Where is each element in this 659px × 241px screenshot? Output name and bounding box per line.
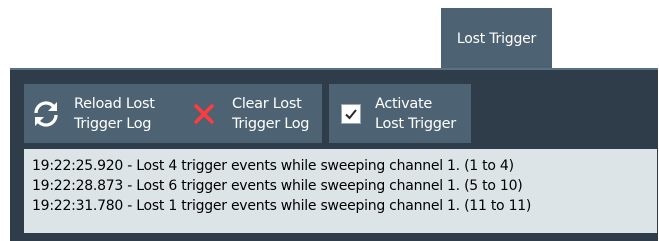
checkbox-icon[interactable] (341, 103, 361, 124)
reload-lost-trigger-log-button[interactable]: Reload Lost Trigger Log (24, 84, 178, 143)
activate-label-line1: Activate (375, 95, 433, 112)
tab-lost-trigger[interactable]: Lost Trigger (441, 8, 552, 68)
reload-button-label: Reload Lost Trigger Log (74, 94, 155, 134)
clear-label-line1: Clear Lost (232, 95, 302, 112)
activate-button-label: Activate Lost Trigger (375, 94, 456, 134)
activate-label-line2: Lost Trigger (375, 115, 456, 132)
clear-button-label: Clear Lost Trigger Log (232, 94, 310, 134)
checkbox-icon-wrap (335, 98, 367, 130)
log-line: 19:22:25.920 - Lost 4 trigger events whi… (32, 158, 514, 174)
lost-trigger-panel: Reload Lost Trigger Log Clear Lost Trigg… (10, 68, 658, 241)
panel-divider (10, 68, 658, 70)
close-icon (188, 98, 220, 130)
clear-lost-trigger-log-button[interactable]: Clear Lost Trigger Log (178, 84, 322, 143)
log-line: 19:22:31.780 - Lost 1 trigger events whi… (32, 198, 532, 214)
tab-label: Lost Trigger (456, 31, 537, 47)
lost-trigger-log[interactable]: 19:22:25.920 - Lost 4 trigger events whi… (24, 149, 657, 233)
reload-label-line1: Reload Lost (74, 95, 155, 112)
log-line: 19:22:28.873 - Lost 6 trigger events whi… (32, 178, 523, 194)
activate-lost-trigger-toggle[interactable]: Activate Lost Trigger (329, 84, 471, 143)
checkmark-icon (345, 108, 357, 119)
reload-icon (30, 98, 62, 130)
reload-label-line2: Trigger Log (74, 115, 152, 132)
clear-label-line2: Trigger Log (232, 115, 310, 132)
